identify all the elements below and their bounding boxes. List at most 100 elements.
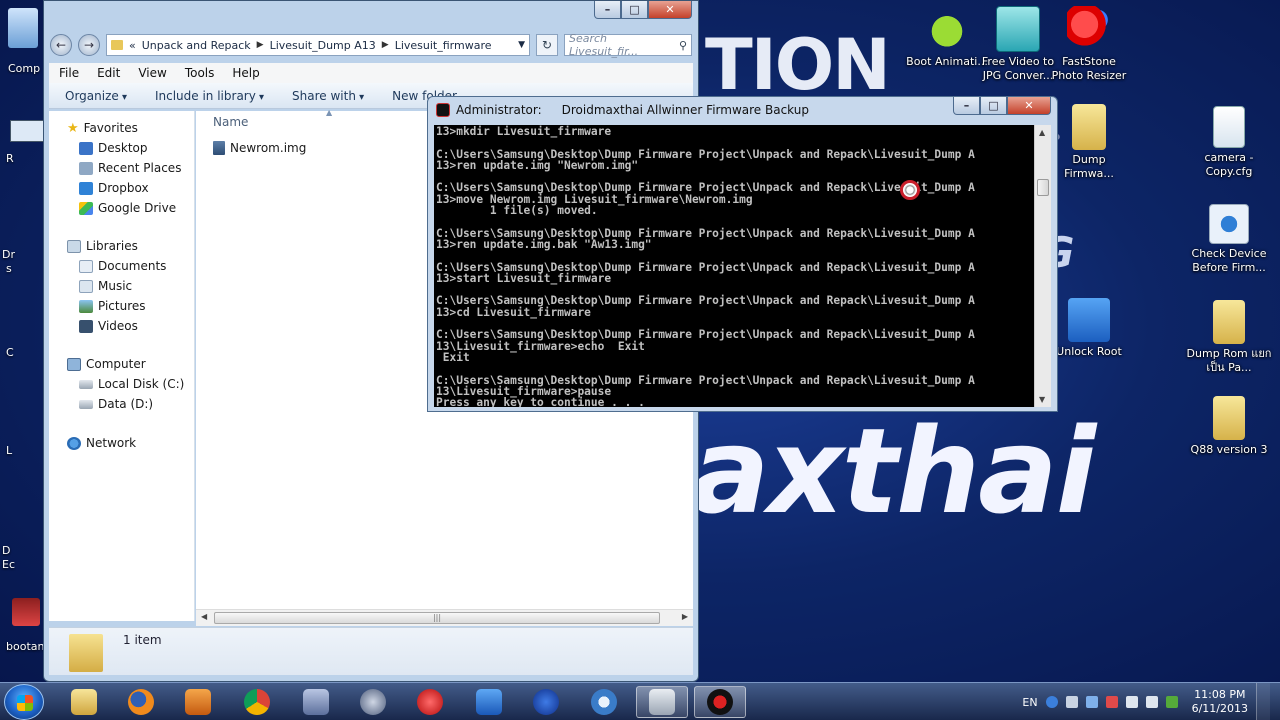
power-icon[interactable]: [1165, 696, 1178, 708]
nav-recent-places[interactable]: Recent Places: [79, 159, 181, 177]
horizontal-scrollbar[interactable]: ◀ ||| ▶: [196, 609, 693, 626]
file-item[interactable]: Newrom.img: [213, 141, 306, 155]
clock-time: 11:08 PM: [1194, 688, 1246, 701]
bluetooth-icon[interactable]: [1085, 696, 1098, 708]
address-overflow[interactable]: «: [129, 39, 136, 52]
menu-view[interactable]: View: [138, 66, 166, 80]
edge-desktop-icon[interactable]: Comp: [0, 8, 44, 75]
console-output-area[interactable]: 13>mkdir Livesuit_firmware C:\Users\Sams…: [434, 125, 1034, 407]
nav-favorites[interactable]: ★ Favorites: [67, 119, 138, 137]
taskbar-explorer[interactable]: [58, 686, 110, 718]
menu-tools[interactable]: Tools: [185, 66, 215, 80]
desktop-icon-camera-cfg[interactable]: camera - Copy.cfg: [1186, 106, 1272, 179]
nav-dropbox[interactable]: Dropbox: [79, 179, 149, 197]
volume-icon[interactable]: [1145, 696, 1158, 708]
explorer-window-controls: – □ ✕: [594, 1, 692, 19]
desktop-icon-check-device[interactable]: Check Device Before Firm...: [1186, 204, 1272, 275]
firefox-icon: [128, 689, 154, 715]
refresh-button[interactable]: ↻: [536, 34, 558, 56]
scroll-right-icon[interactable]: ▶: [682, 612, 688, 621]
cmd-title-bar: Administrator: Droidmaxthai Allwinner Fi…: [436, 101, 809, 119]
search-input[interactable]: Search Livesuit_fir... ⚲: [564, 32, 692, 58]
cmd-window[interactable]: Administrator: Droidmaxthai Allwinner Fi…: [427, 96, 1058, 412]
address-bar[interactable]: « Unpack and Repack ▶ Livesuit_Dump A13 …: [106, 34, 530, 56]
desktop-icon-dump-rom[interactable]: Dump Rom แยกเป็น Pa...: [1186, 300, 1272, 375]
clock[interactable]: 11:08 PM 6/11/2013: [1192, 688, 1248, 716]
desktop-icon: [79, 141, 93, 155]
network-icon[interactable]: [1125, 696, 1138, 708]
language-indicator[interactable]: EN: [1022, 696, 1037, 709]
vertical-scrollbar[interactable]: ▲ ▼: [1034, 125, 1051, 407]
breadcrumb-livesuit-dump[interactable]: Livesuit_Dump A13: [270, 39, 376, 52]
taskbar-dump-tool[interactable]: [347, 686, 399, 718]
breadcrumb-chevron-icon[interactable]: ▶: [257, 40, 264, 50]
nav-pictures[interactable]: Pictures: [79, 297, 146, 315]
action-center-icon[interactable]: [1105, 696, 1118, 708]
nav-local-disk-c[interactable]: Local Disk (C:): [79, 375, 184, 393]
forward-button[interactable]: →: [78, 34, 100, 56]
breadcrumb-livesuit-firmware[interactable]: Livesuit_firmware: [395, 39, 492, 52]
taskbar-folder-window[interactable]: [636, 686, 688, 718]
taskbar-dmt-tool[interactable]: [404, 686, 456, 718]
desktop-icon-q88[interactable]: Q88 version 3: [1186, 396, 1272, 457]
nav-network[interactable]: Network: [67, 434, 136, 452]
maximize-button[interactable]: □: [980, 97, 1007, 115]
nav-libraries[interactable]: Libraries: [67, 237, 138, 255]
nav-desktop[interactable]: Desktop: [79, 139, 148, 157]
taskbar-droidmaxthai[interactable]: [694, 686, 746, 718]
network-icon: [67, 436, 81, 450]
nav-videos[interactable]: Videos: [79, 317, 138, 335]
taskbar-unlock-tool[interactable]: [463, 686, 515, 718]
taskbar-chrome[interactable]: [231, 686, 283, 718]
taskbar-firefox[interactable]: [115, 686, 167, 718]
include-in-library-button[interactable]: Include in library: [155, 89, 264, 103]
scroll-left-icon[interactable]: ◀: [201, 612, 207, 621]
nav-label: Computer: [86, 357, 146, 371]
taskbar-dmt[interactable]: [290, 686, 342, 718]
taskbar-media-player[interactable]: [172, 686, 224, 718]
breadcrumb-unpack[interactable]: Unpack and Repack: [142, 39, 251, 52]
menu-edit[interactable]: Edit: [97, 66, 120, 80]
tray-overflow-icon[interactable]: [1065, 696, 1078, 708]
desktop-icon-faststone[interactable]: FastStone Photo Resizer: [1046, 6, 1132, 83]
address-dropdown-icon[interactable]: ▼: [518, 40, 525, 50]
close-button[interactable]: ✕: [648, 1, 692, 19]
help-icon[interactable]: [1045, 696, 1058, 708]
nav-label: Dropbox: [98, 181, 149, 195]
taskbar-dmt-script[interactable]: [520, 686, 572, 718]
navigation-pane: ★ Favorites Desktop Recent Places Dropbo…: [49, 111, 195, 621]
share-with-button[interactable]: Share with: [292, 89, 364, 103]
edge-desktop-icon[interactable]: R: [0, 120, 44, 165]
nav-documents[interactable]: Documents: [79, 257, 166, 275]
desktop-icon-dump-firmware[interactable]: Dump Firmwa...: [1046, 104, 1132, 181]
android-icon: [925, 6, 969, 52]
menu-help[interactable]: Help: [232, 66, 259, 80]
taskbar-camera[interactable]: [578, 686, 630, 718]
nav-computer[interactable]: Computer: [67, 355, 146, 373]
minimize-button[interactable]: –: [594, 1, 621, 19]
start-button[interactable]: [4, 684, 44, 720]
desktop-icon-unlock-root[interactable]: Unlock Root: [1046, 298, 1132, 359]
show-desktop-button[interactable]: [1256, 683, 1270, 720]
console-output: 13>mkdir Livesuit_firmware C:\Users\Sams…: [436, 125, 975, 407]
back-button[interactable]: ←: [50, 34, 72, 56]
minimize-button[interactable]: –: [953, 97, 980, 115]
edge-desktop-icon[interactable]: bootan: [0, 598, 44, 653]
breadcrumb-chevron-icon[interactable]: ▶: [382, 40, 389, 50]
column-header-name[interactable]: Name: [213, 115, 248, 129]
maximize-button[interactable]: □: [621, 1, 648, 19]
cmd-title: Droidmaxthai Allwinner Firmware Backup: [561, 103, 809, 117]
scroll-thumb[interactable]: |||: [214, 612, 660, 624]
nav-data-d[interactable]: Data (D:): [79, 395, 153, 413]
scroll-thumb[interactable]: [1037, 179, 1049, 196]
close-button[interactable]: ✕: [1007, 97, 1051, 115]
menu-file[interactable]: File: [59, 66, 79, 80]
nav-label: Local Disk (C:): [98, 377, 185, 391]
window-icon: [10, 120, 44, 142]
organize-button[interactable]: Organize: [65, 89, 127, 103]
dmt-tool-icon: [417, 689, 443, 715]
nav-google-drive[interactable]: Google Drive: [79, 199, 176, 217]
scroll-down-icon[interactable]: ▼: [1039, 395, 1045, 404]
nav-music[interactable]: Music: [79, 277, 132, 295]
scroll-up-icon[interactable]: ▲: [1039, 128, 1045, 137]
